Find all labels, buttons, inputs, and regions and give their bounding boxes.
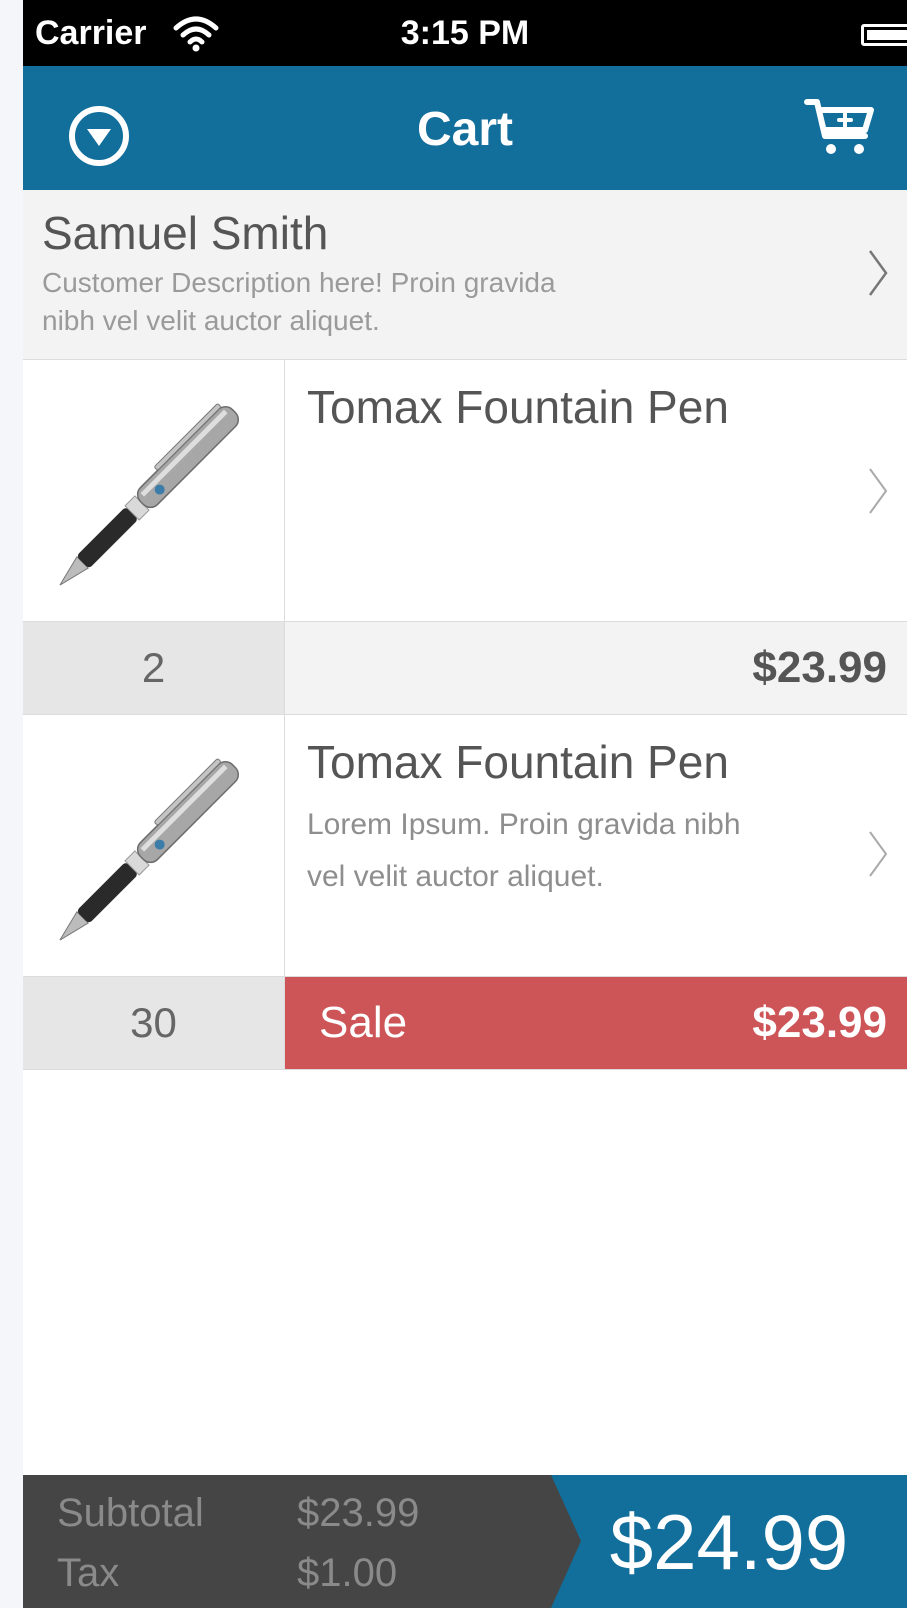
tax-value: $1.00 [297, 1551, 398, 1595]
fountain-pen-icon [59, 403, 239, 586]
customer-row[interactable]: Samuel Smith Customer Description here! … [23, 190, 907, 360]
chevron-right-icon [869, 468, 888, 514]
product-name: Tomax Fountain Pen [307, 381, 729, 433]
sale-badge: Sale [319, 998, 408, 1047]
customer-name: Samuel Smith [42, 207, 329, 259]
sale-price-cell: Sale $23.99 [285, 977, 907, 1069]
cart-screen: Carrier 3:15 PM Cart Samuel Smith Custom… [23, 0, 907, 1608]
item-summary-row: 30 Sale $23.99 [23, 977, 907, 1070]
product-description: Lorem Ipsum. Proin gravida nibh vel veli… [307, 808, 741, 893]
battery-icon [861, 24, 907, 46]
cart-item[interactable]: Tomax Fountain Pen [23, 360, 907, 622]
nav-bar: Cart [23, 66, 907, 190]
item-price: $23.99 [752, 998, 887, 1047]
status-time: 3:15 PM [400, 14, 530, 52]
subtotal-label: Subtotal [57, 1491, 204, 1535]
product-name: Tomax Fountain Pen [307, 736, 729, 788]
product-image [23, 360, 285, 621]
tax-label: Tax [57, 1551, 120, 1595]
chevron-right-icon [869, 831, 888, 877]
customer-description: Customer Description here! Proin gravida… [42, 267, 556, 336]
cart-item[interactable]: Tomax Fountain Pen Lorem Ipsum. Proin gr… [23, 715, 907, 977]
total-value: $24.99 [609, 1498, 849, 1586]
status-bar: Carrier 3:15 PM [23, 0, 907, 66]
product-image [23, 715, 285, 976]
subtotal-value: $23.99 [297, 1491, 420, 1535]
quantity-field[interactable]: 30 [23, 977, 285, 1069]
quantity-field[interactable]: 2 [23, 622, 285, 714]
cart-add-icon[interactable] [803, 96, 875, 158]
item-price: $23.99 [752, 643, 887, 692]
item-summary-row: 2 $23.99 [23, 622, 907, 715]
page-title: Cart [416, 103, 514, 156]
chevron-right-icon [868, 250, 888, 296]
fountain-pen-icon [59, 758, 239, 941]
price-cell: $23.99 [285, 622, 907, 714]
totals-footer: Subtotal $23.99 Tax $1.00 $24.99 [23, 1475, 907, 1608]
